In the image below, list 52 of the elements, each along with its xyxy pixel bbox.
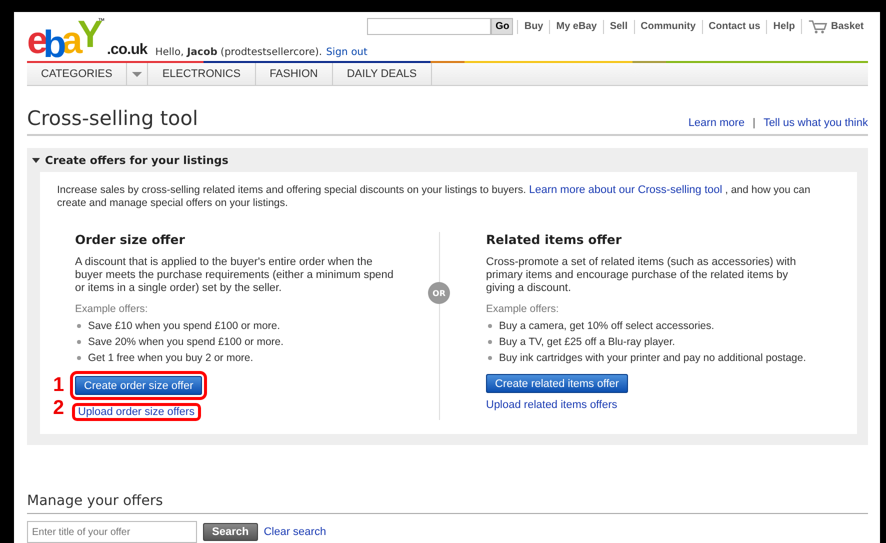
example-text: Buy ink cartridges with your printer and pay no additional postage. [499,351,806,366]
example-text: Save 20% when you spend £100 or more. [88,335,284,350]
offer-title: Order size offer [75,232,186,247]
category-tab[interactable]: ELECTRONICS [148,63,256,85]
upload-link[interactable]: Upload related items offers [486,399,618,411]
or-badge: OR [428,282,450,304]
caret-icon [132,72,142,76]
nav-link[interactable]: Buy [517,20,550,34]
category-tab[interactable]: CATEGORIES [27,63,128,85]
feedback-link[interactable]: Tell us what you think [763,117,868,129]
create-offer-button[interactable]: Create related items offer [486,374,628,393]
intro-text: Increase sales by cross-selling related items and offering special discounts on your listings to buyers. Learn more about our Cross-selling tool , and how you can create and manage special offers on your listings. [57,184,812,210]
example-text: Buy a TV, get £25 off a Blu-ray player. [499,335,676,350]
sign-out-link[interactable]: Sign out [326,47,368,58]
search-field[interactable] [367,18,492,35]
cart-icon [808,19,828,34]
section-title: Manage your offers [27,493,868,514]
nav-link[interactable]: Contact us [702,20,766,34]
clear-search-link[interactable]: Clear search [264,526,326,538]
panel-header[interactable]: Create offers for your listings [32,148,857,172]
nav-link[interactable]: Sell [602,20,634,34]
learn-more-link[interactable]: Learn more [688,117,745,129]
offer-description: A discount that is applied to the buyer's entire order when the buyer meets the purchase requirements (either a minimum spend or items in a single order) set by the seller. [75,256,395,295]
example-text: Buy a camera, get 10% off select accessories. [499,319,714,334]
greeting-text: Hello, Jacob (prodtestsellercore). [155,47,322,58]
nav-link[interactable]: Community [634,20,702,34]
intro-link[interactable]: Learn more about our Cross-selling tool [528,184,722,196]
bullet-icon [488,324,492,328]
bullet-icon [77,324,81,328]
separator: | [752,117,756,129]
callout-number: 1 [53,374,66,397]
nav-link[interactable]: Help [766,20,801,34]
bullet-icon [488,340,492,344]
page-title: Cross-selling tool [27,106,198,130]
nav-link[interactable]: My eBay [549,20,603,34]
offer-description: Cross-promote a set of related items (such as accessories) with primary items and encourage purchase of the related items by giving a discount. [486,256,797,295]
category-tab[interactable]: DAILY DEALS [332,63,432,85]
category-tab[interactable]: FASHION [256,63,333,85]
examples-label: Example offers: [75,303,149,315]
example-text: Get 1 free when you buy 2 or more. [88,351,254,366]
bullet-icon [488,356,492,360]
callout-number: 2 [53,397,66,420]
go-button[interactable]: Go [491,18,514,35]
upload-link[interactable]: Upload order size offers [75,406,198,418]
bullet-icon [77,356,81,360]
basket-link[interactable]: Basket [800,19,870,34]
offer-title: Related items offer [486,232,622,247]
search-button[interactable]: Search [203,523,258,541]
bullet-icon [77,340,81,344]
examples-label: Example offers: [486,303,560,315]
search-field[interactable]: Enter title of your offer [27,521,197,543]
example-text: Save £10 when you spend £100 or more. [88,319,280,334]
